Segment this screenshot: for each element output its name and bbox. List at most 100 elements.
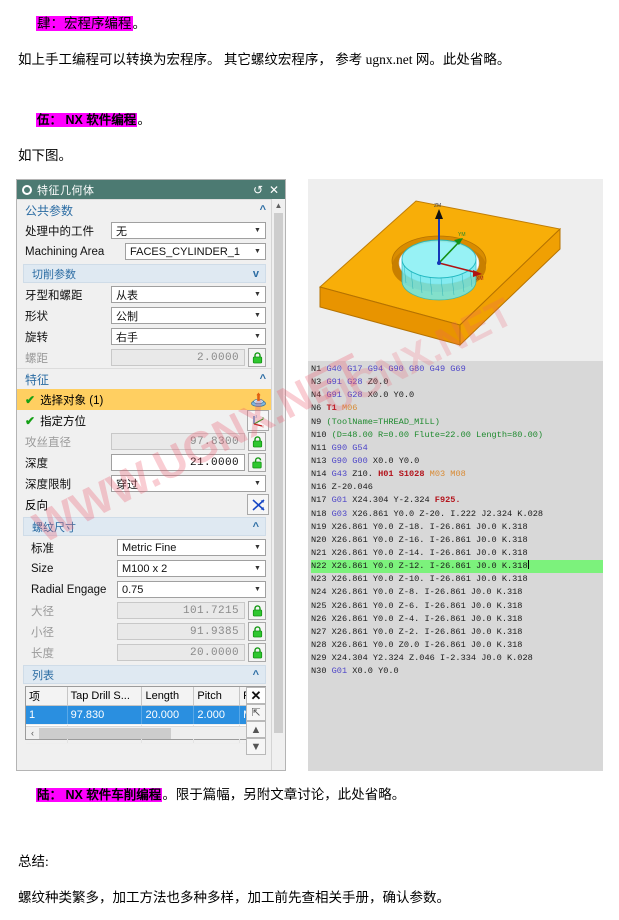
csys-icon[interactable]: z yx bbox=[247, 410, 269, 431]
select-object-row[interactable]: ✔ 选择对象 (1) bbox=[17, 389, 272, 410]
gcode-line[interactable]: N21 X26.861 Y0.0 Z-14. I-26.861 J0.0 K.3… bbox=[311, 547, 603, 560]
close-icon[interactable]: ✕ bbox=[267, 183, 281, 197]
gcode-line[interactable]: N18 G03 X26.861 Y0.0 Z-20. I.222 J2.324 … bbox=[311, 508, 603, 521]
gcode-token: X0.0 Y0.0 bbox=[372, 455, 420, 466]
combo-value-thread-form-pitch: 从表 bbox=[116, 289, 138, 302]
section-5-heading-highlight: 伍： NX 软件编程 bbox=[36, 113, 138, 127]
label-major-diameter: 大径 bbox=[31, 605, 54, 618]
group-header-common-parameters[interactable]: 公共参数 ^ bbox=[17, 199, 272, 220]
label-minor-diameter: 小径 bbox=[31, 626, 54, 639]
group-header-feature[interactable]: 特征 ^ bbox=[17, 368, 272, 389]
gcode-token: M03 M08 bbox=[429, 469, 466, 480]
gcode-token: N1 bbox=[311, 364, 327, 374]
gcode-line[interactable]: N23 X26.861 Y0.0 Z-10. I-26.861 J0.0 K.3… bbox=[311, 573, 603, 586]
gcode-line[interactable]: N20 X26.861 Y0.0 Z-16. I-26.861 J0.0 K.3… bbox=[311, 534, 603, 547]
input-tap-diameter: 97.8300 bbox=[111, 433, 245, 450]
gcode-token: N21 bbox=[311, 547, 332, 558]
gcode-line[interactable]: N28 X26.861 Y0.0 Z0.0 I-26.861 J0.0 K.31… bbox=[311, 639, 603, 652]
combo-value-size: M100 x 2 bbox=[122, 562, 168, 575]
gcode-line[interactable]: N27 X26.861 Y0.0 Z-2. I-26.861 J0.0 K.31… bbox=[311, 626, 603, 639]
lock-closed-icon[interactable] bbox=[248, 622, 266, 641]
combo-standard[interactable]: Metric Fine ▼ bbox=[117, 539, 266, 556]
lock-closed-icon[interactable] bbox=[248, 432, 266, 451]
chevron-down-icon: ▼ bbox=[254, 565, 261, 572]
gcode-token: M06 bbox=[341, 403, 358, 414]
gcode-token: N30 bbox=[311, 666, 332, 677]
gcode-line[interactable]: N16 Z-20.046 bbox=[311, 481, 603, 494]
scroll-left-arrow-icon[interactable]: ‹ bbox=[26, 728, 39, 738]
gcode-line[interactable]: N22 X26.861 Y0.0 Z-12. I-26.861 J0.0 K.3… bbox=[311, 560, 603, 574]
gcode-token: G90 G54 bbox=[331, 442, 368, 453]
chevron-down-icon: v bbox=[252, 267, 259, 280]
gcode-token: N25 bbox=[311, 600, 332, 611]
move-to-top-button[interactable]: ⇱ bbox=[246, 704, 266, 721]
combo-machining-area[interactable]: FACES_CYLINDER_1 ▼ bbox=[125, 243, 266, 260]
dialog-vertical-scrollbar[interactable]: ▲ bbox=[271, 199, 285, 770]
reverse-direction-icon[interactable] bbox=[247, 494, 269, 515]
gcode-token: G91 G28 bbox=[326, 390, 368, 401]
combo-shape[interactable]: 公制 ▼ bbox=[111, 307, 266, 324]
gcode-line[interactable]: N6 T1 M06 bbox=[311, 402, 603, 415]
lock-closed-icon[interactable] bbox=[248, 643, 266, 662]
gcode-line[interactable]: N19 X26.861 Y0.0 Z-18. I-26.861 J0.0 K.3… bbox=[311, 521, 603, 534]
gcode-line[interactable]: N3 G91 G28 Z0.0 bbox=[311, 376, 603, 389]
scroll-track[interactable] bbox=[39, 727, 252, 739]
column-header-length[interactable]: Length bbox=[141, 687, 195, 706]
column-header-pitch[interactable]: Pitch bbox=[193, 687, 241, 706]
combo-in-process-workpiece[interactable]: 无 ▼ bbox=[111, 222, 266, 239]
reset-icon[interactable]: ↺ bbox=[251, 183, 265, 197]
chevron-up-icon: ^ bbox=[259, 373, 266, 385]
move-up-button[interactable]: ▲ bbox=[246, 721, 266, 738]
combo-value-depth-limit: 穿过 bbox=[116, 478, 138, 491]
lock-open-icon[interactable] bbox=[248, 453, 266, 472]
gcode-line[interactable]: N11 G90 G54 bbox=[311, 442, 603, 455]
value-minor-diameter: 91.9385 bbox=[189, 625, 239, 638]
3d-model-viewport[interactable]: ZM YM XM bbox=[308, 179, 603, 361]
gcode-token: (ToolName=THREAD_MILL) bbox=[326, 416, 440, 427]
gcode-line[interactable]: N1 G40 G17 G94 G90 G80 G49 G69 bbox=[311, 363, 603, 376]
gcode-line[interactable]: N29 X24.304 Y2.324 Z.046 I-2.334 J0.0 K.… bbox=[311, 652, 603, 665]
gcode-line[interactable]: N9 (ToolName=THREAD_MILL) bbox=[311, 416, 603, 429]
lock-closed-icon[interactable] bbox=[248, 601, 266, 620]
gcode-token: G01 bbox=[331, 666, 353, 677]
combo-rotation[interactable]: 右手 ▼ bbox=[111, 328, 266, 345]
summary-label: 总结: bbox=[18, 854, 49, 869]
gcode-token: X24.304 Y-2.324 bbox=[352, 495, 435, 506]
row-minor-diameter: 小径 91.9385 bbox=[17, 621, 272, 642]
gcode-line[interactable]: N13 G90 G00 X0.0 Y0.0 bbox=[311, 455, 603, 468]
combo-size[interactable]: M100 x 2 ▼ bbox=[117, 560, 266, 577]
specify-orientation-row[interactable]: ✔ 指定方位 z yx bbox=[17, 410, 272, 431]
combo-radial-engage[interactable]: 0.75 ▼ bbox=[117, 581, 266, 598]
gcode-line[interactable]: N24 X26.861 Y0.0 Z-8. I-26.861 J0.0 K.31… bbox=[311, 586, 603, 599]
input-depth[interactable]: 21.0000 bbox=[111, 454, 245, 471]
move-down-button[interactable]: ▼ bbox=[246, 738, 266, 755]
lock-closed-icon[interactable] bbox=[248, 348, 266, 367]
scroll-thumb[interactable] bbox=[39, 727, 172, 739]
group-header-cutting-parameters[interactable]: 切削参数 v bbox=[23, 264, 266, 283]
combo-thread-form-pitch[interactable]: 从表 ▼ bbox=[111, 286, 266, 303]
gcode-line[interactable]: N4 G91 G28 X0.0 Y0.0 bbox=[311, 389, 603, 402]
scroll-up-arrow-icon[interactable]: ▲ bbox=[272, 199, 285, 212]
gcode-token: G90 G00 bbox=[331, 455, 373, 466]
gcode-listing[interactable]: N1 G40 G17 G94 G90 G80 G49 G69 N3 G91 G28… bbox=[308, 361, 603, 771]
combo-depth-limit[interactable]: 穿过 ▼ bbox=[111, 475, 266, 492]
group-header-list[interactable]: 列表 ^ bbox=[23, 665, 266, 684]
list-horizontal-scrollbar[interactable]: ‹ › bbox=[26, 726, 265, 739]
gcode-line[interactable]: N14 G43 Z10. H01 S1028 M03 M08 bbox=[311, 468, 603, 481]
table-row[interactable]: 1 97.830 20.000 2.000 M bbox=[26, 705, 265, 725]
select-object-icon[interactable] bbox=[247, 389, 269, 410]
column-header-item[interactable]: 项 bbox=[26, 687, 68, 706]
row-depth: 深度 21.0000 bbox=[17, 452, 272, 473]
gcode-line[interactable]: N10 (D=48.00 R=0.00 Flute=22.00 Length=8… bbox=[311, 429, 603, 442]
gcode-line[interactable]: N26 X26.861 Y0.0 Z-4. I-26.861 J0.0 K.31… bbox=[311, 613, 603, 626]
gcode-line[interactable]: N17 G01 X24.304 Y-2.324 F925. bbox=[311, 494, 603, 507]
column-header-tap-drill-size[interactable]: Tap Drill S... bbox=[67, 687, 143, 706]
gcode-line[interactable]: N25 X26.861 Y0.0 Z-6. I-26.861 J0.0 K.31… bbox=[311, 600, 603, 613]
scroll-thumb[interactable] bbox=[274, 213, 283, 733]
delete-button[interactable]: ✕ bbox=[246, 687, 266, 704]
value-length: 20.0000 bbox=[189, 646, 239, 659]
group-header-thread-size[interactable]: 螺纹尺寸 ^ bbox=[23, 517, 266, 536]
gcode-token: G91 G28 bbox=[326, 377, 368, 388]
svg-text:z: z bbox=[255, 414, 257, 418]
gcode-line[interactable]: N30 G01 X0.0 Y0.0 bbox=[311, 665, 603, 678]
